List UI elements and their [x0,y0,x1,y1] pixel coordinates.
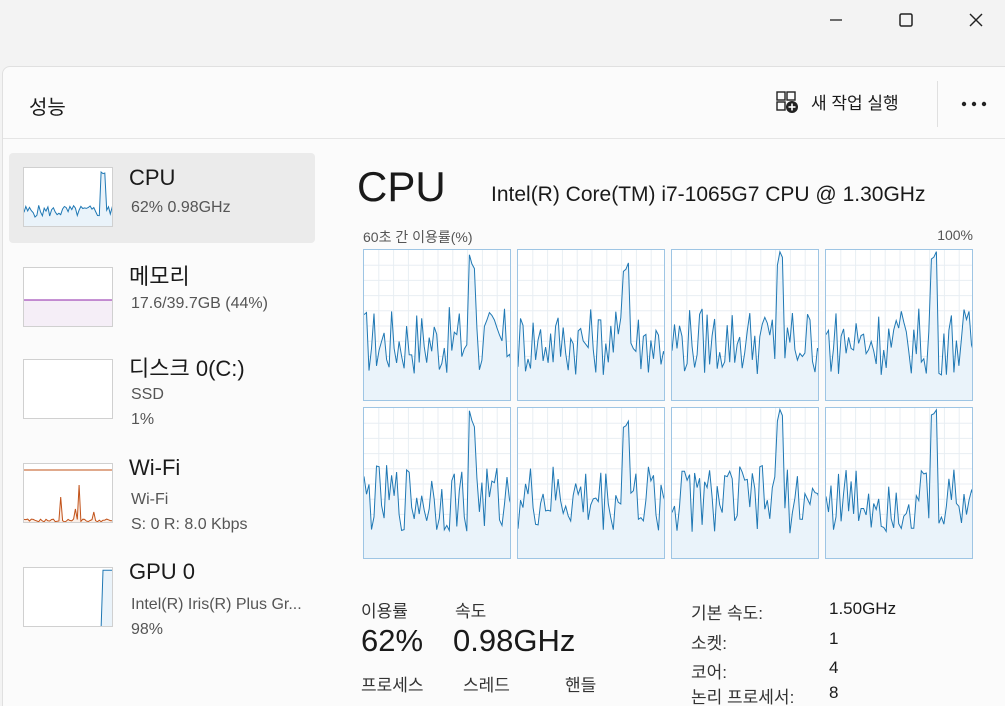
run-new-task-button[interactable]: 새 작업 실행 [775,89,899,114]
sidebar-item-label: 메모리 [129,264,190,289]
logical-processor-graphs [363,249,975,561]
sidebar-item-label: CPU [129,165,176,190]
graph-line [24,484,112,522]
graph-line [24,170,112,218]
page-title: 성능 [29,97,66,119]
utilization-sparkline [672,408,818,558]
graph-area [101,570,112,626]
sidebar-item-detail: 62% 0.98GHz [131,199,231,216]
sidebar-item-memory[interactable]: 메모리 17.6/39.7GB (44%) [9,245,315,335]
logical-processor-graph [671,249,819,401]
logical-processor-graph [517,407,665,559]
logical-processor-graph [825,249,973,401]
resource-title: CPU [357,163,446,210]
disk-thumbnail-graph [23,359,113,419]
base-speed-value: 1.50GHz [829,599,897,618]
close-button[interactable] [941,0,1005,40]
sidebar-item-disk[interactable]: 디스크 0(C:) SSD 1% [9,337,315,428]
sidebar-item-cpu[interactable]: CPU 62% 0.98GHz [9,153,315,243]
maximize-icon [899,13,913,27]
graph-caption: 60초 간 이용률(%) [363,229,473,245]
graph-max-label: 100% [937,227,973,243]
utilization-sparkline [364,250,510,400]
logical-processor-graph [517,249,665,401]
graph-area [24,485,112,522]
utilization-label: 이용률 [361,602,408,621]
minimize-button[interactable] [801,0,871,40]
cpu-detail-pane: CPU Intel(R) Core(TM) i7-1065G7 CPU @ 1.… [333,153,1005,706]
threads-label: 스레드 [463,676,510,695]
logical-processor-graph [825,407,973,559]
utilization-sparkline [518,250,664,400]
sidebar-item-detail: Wi-Fi [131,491,169,508]
sidebar-item-wifi[interactable]: Wi-Fi Wi-Fi S: 0 R: 8.0 Kbps [9,443,315,533]
cpu-thumbnail-graph [23,167,113,227]
close-icon [969,13,983,27]
more-options-button[interactable] [956,89,992,119]
speed-value: 0.98GHz [453,623,576,658]
logical-processors-value: 8 [829,683,839,702]
content-panel: 성능 새 작업 실행 CPU 62% 0.98GHz 메모리 17.6/39.7… [2,66,1005,706]
title-bar [0,0,1005,66]
utilization-sparkline [518,408,664,558]
sidebar-item-gpu[interactable]: GPU 0 Intel(R) Iris(R) Plus Gr... 98% [9,549,315,639]
sidebar-item-detail: S: 0 R: 8.0 Kbps [131,516,248,533]
utilization-sparkline [672,250,818,400]
sidebar-item-detail: 17.6/39.7GB (44%) [131,295,268,312]
sidebar-item-detail: 1% [131,411,155,428]
processes-label: 프로세스 [361,676,424,695]
sidebar-item-detail: SSD [131,386,164,403]
wifi-thumbnail-graph [23,463,113,523]
logical-processor-graph [363,407,511,559]
sidebar-item-detail: Intel(R) Iris(R) Plus Gr... [131,596,302,613]
gpu-thumbnail-graph [23,567,113,627]
minimize-icon [830,19,842,21]
logical-processor-graph [671,407,819,559]
sidebar-item-label: Wi-Fi [129,455,181,480]
base-speed-label: 기본 속도: [691,604,764,623]
utilization-value: 62% [361,623,424,658]
sockets-value: 1 [829,629,839,648]
sidebar-item-detail: 98% [131,621,164,638]
utilization-sparkline [826,408,972,558]
memory-thumbnail-graph [23,267,113,327]
cores-value: 4 [829,658,839,677]
page-header: 성능 새 작업 실행 [3,67,1005,139]
sidebar-item-label: 디스크 0(C:) [129,356,245,381]
logical-processors-label: 논리 프로세서: [691,688,795,706]
cpu-model-name: Intel(R) Core(TM) i7-1065G7 CPU @ 1.30GH… [491,183,926,206]
utilization-sparkline [826,250,972,400]
cores-label: 코어: [691,663,728,682]
logical-processor-graph [363,249,511,401]
sockets-label: 소켓: [691,634,728,653]
run-new-task-icon [776,90,798,113]
header-divider [937,81,938,127]
graph-line [59,569,112,626]
more-options-icon [961,101,987,107]
handles-label: 핸들 [565,676,597,695]
run-new-task-label: 새 작업 실행 [811,94,899,113]
utilization-sparkline [364,408,510,558]
maximize-button[interactable] [871,0,941,40]
sidebar-item-label: GPU 0 [129,559,196,584]
speed-label: 속도 [455,602,487,621]
graph-area [24,300,112,326]
